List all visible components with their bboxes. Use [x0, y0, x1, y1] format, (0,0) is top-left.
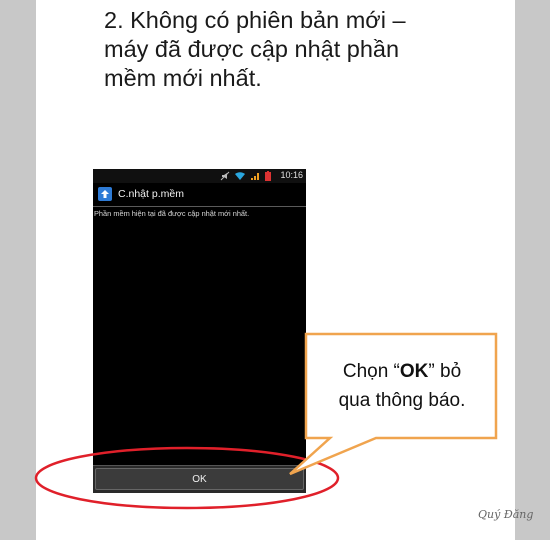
callout-text: Chọn “OK” bỏ qua thông báo. [310, 357, 494, 415]
annotation-overlay [34, 332, 498, 510]
signature-watermark: Quý Đăng [478, 508, 534, 521]
highlight-ellipse [34, 446, 340, 510]
callout-line-1: Chọn “OK” bỏ [342, 361, 462, 382]
callout-line-2: qua thông báo. [338, 390, 466, 411]
callout-ok-emphasis: OK [399, 361, 429, 382]
